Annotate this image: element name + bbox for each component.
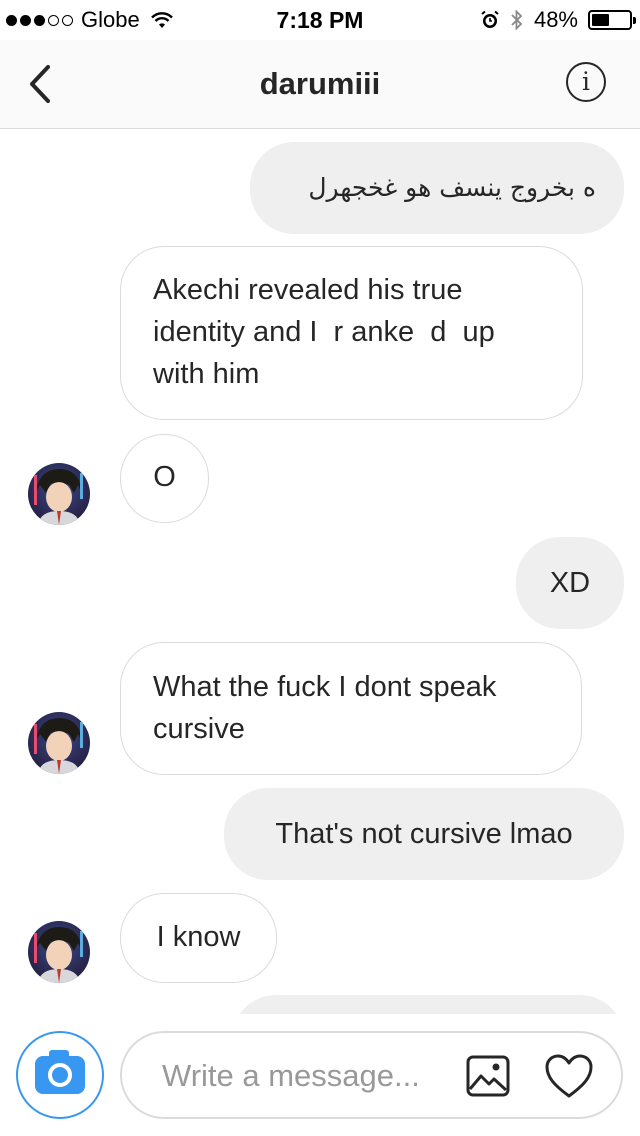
camera-icon [35,1050,85,1094]
message-input[interactable] [160,1033,464,1119]
incoming-message[interactable]: I know [120,893,277,983]
heart-icon [545,1054,593,1098]
status-right: 48% [480,7,636,33]
alarm-icon [481,10,499,28]
incoming-message[interactable]: O [120,434,209,523]
message-composer [0,1014,640,1136]
outgoing-message[interactable]: XD [516,537,624,629]
incoming-message[interactable]: What the fuck I dont speak cursive [120,642,582,775]
avatar[interactable] [28,712,90,774]
message-line: cursive [153,713,245,745]
outgoing-message[interactable]: That's not cursive lmao [224,788,624,880]
like-button[interactable] [544,1053,594,1099]
avatar[interactable] [28,463,90,525]
message-thread[interactable]: ه بخروج ينسف هو غخجهرل Akechi revealed h… [0,129,640,1014]
message-text: XD [549,567,591,599]
message-line: What the fuck I dont speak [153,671,497,703]
bluetooth-icon [511,9,523,31]
message-line: identity and I r anke d up [153,316,495,348]
outgoing-message[interactable]: ه بخروج ينسف هو غخجهرل [250,142,624,234]
battery-icon [588,10,636,30]
message-text: That's not cursive lmao [275,818,573,850]
message-input-container [120,1031,623,1119]
avatar-image [34,927,83,983]
gallery-button[interactable] [466,1055,510,1097]
message-text: I know [156,921,241,953]
avatar-image [34,469,83,525]
avatar-image [34,718,83,774]
message-text: ه بخروج ينسف هو غخجهرل [308,173,596,202]
image-icon [466,1055,510,1097]
camera-button[interactable] [16,1031,104,1119]
message-line: with him [153,358,260,390]
message-text: O [153,461,176,493]
avatar[interactable] [28,921,90,983]
info-button[interactable]: i [566,62,606,102]
conversation-title[interactable]: darumiii [0,66,640,102]
incoming-message[interactable]: Akechi revealed his true identity and I … [120,246,583,420]
status-bar: Globe 7:18 PM 48% [0,0,640,40]
battery-level [592,14,610,26]
battery-percentage: 48% [533,7,578,32]
chat-header: darumiii i [0,40,640,129]
message-line: Akechi revealed his true [153,274,463,306]
outgoing-message-partial[interactable] [232,995,624,1014]
